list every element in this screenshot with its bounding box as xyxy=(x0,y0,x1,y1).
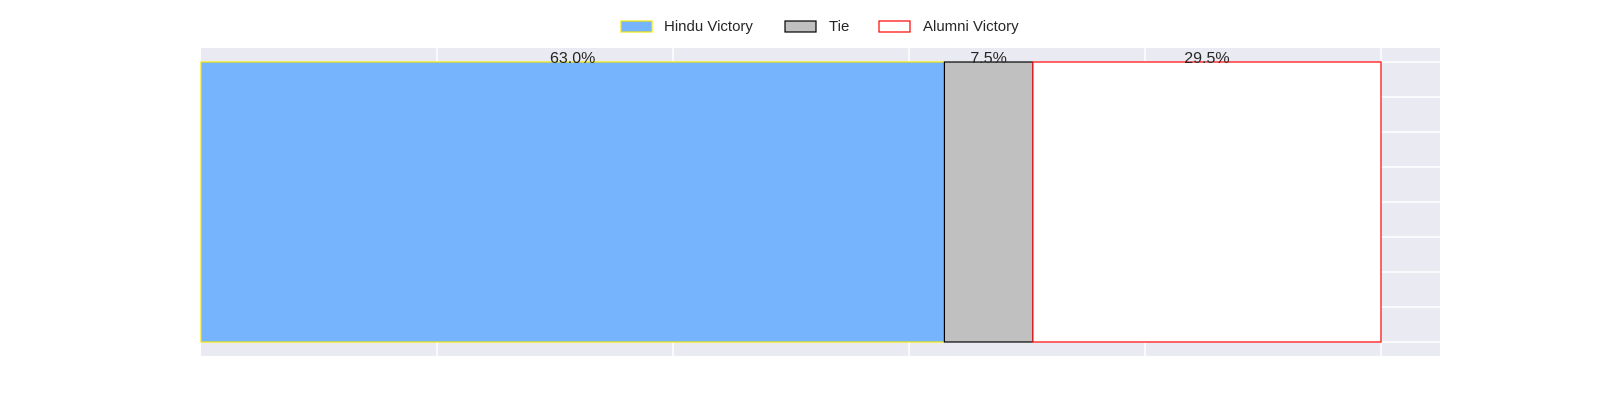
data-label-2: 7.5% xyxy=(970,50,1006,67)
legend: Hindu Victory Tie Alumni Victory xyxy=(620,18,1019,35)
bar-segment-3 xyxy=(1032,61,1382,343)
legend-swatch-2 xyxy=(784,20,817,33)
legend-label-1: Hindu Victory xyxy=(664,18,753,35)
data-label-3: 29.5% xyxy=(1184,50,1229,67)
legend-swatch-1 xyxy=(620,20,653,33)
chart: Hindu Victory Tie Alumni Victory 63.0% 7.5%… xyxy=(200,18,1440,356)
bars xyxy=(200,61,1382,343)
legend-label-2: Tie xyxy=(829,18,849,35)
bar-segment-1 xyxy=(200,61,946,343)
legend-swatch-3 xyxy=(878,20,911,33)
bar-segment-2 xyxy=(943,61,1034,343)
legend-label-3: Alumni Victory xyxy=(923,18,1019,35)
data-label-1: 63.0% xyxy=(550,50,595,67)
